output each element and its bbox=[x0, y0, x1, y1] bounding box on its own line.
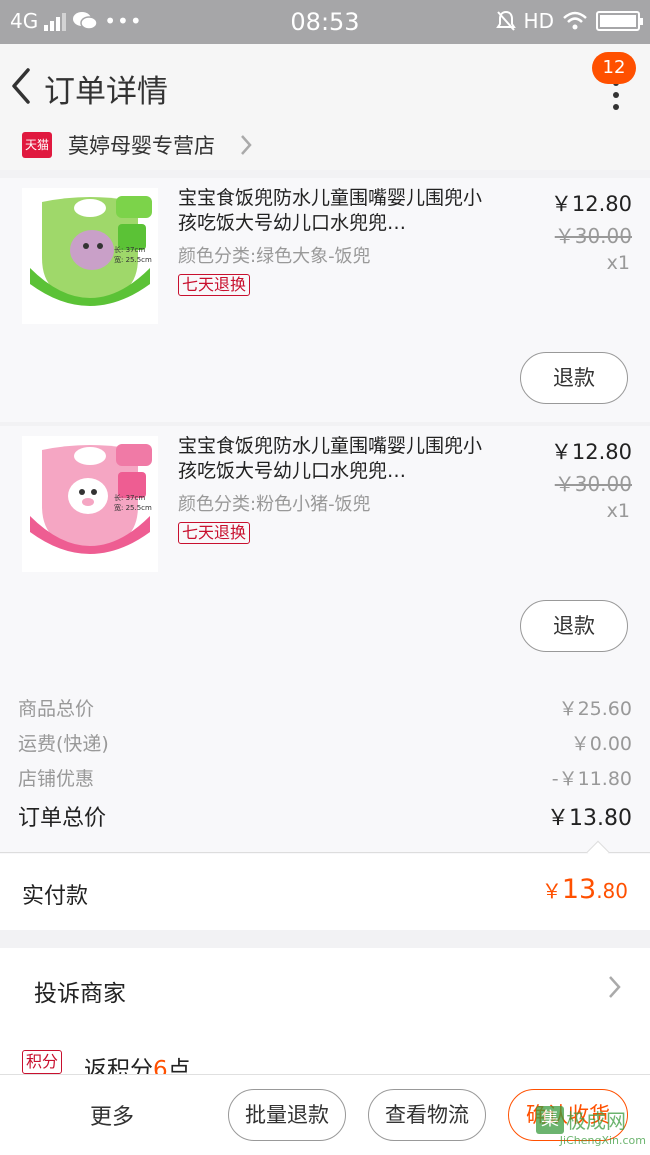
tmall-icon: 天猫 bbox=[22, 132, 52, 158]
product-thumbnail[interactable]: 长: 37cm 宽: 25.5cm bbox=[22, 188, 158, 324]
goods-total-label: 商品总价 bbox=[18, 698, 95, 720]
points-row: 积分 返积分6点 bbox=[0, 1032, 650, 1076]
wifi-icon bbox=[563, 11, 587, 30]
points-text: 返积分6点 bbox=[84, 1050, 191, 1076]
chevron-right-icon bbox=[609, 976, 621, 998]
order-total-label: 订单总价 bbox=[18, 806, 107, 831]
paid-amount: ￥13.80 bbox=[542, 874, 628, 905]
original-price: ￥30.00 bbox=[554, 224, 632, 248]
more-button[interactable]: 更多 bbox=[90, 1099, 134, 1131]
shipping-label: 运费(快递) bbox=[18, 733, 109, 755]
product-sku: 颜色分类:粉色小猪-饭兜 bbox=[178, 494, 371, 515]
shipping-value: ￥0.00 bbox=[570, 733, 632, 755]
svg-text:宽: 25.5cm: 宽: 25.5cm bbox=[114, 255, 152, 264]
order-total-value: ￥13.80 bbox=[547, 806, 632, 831]
store-name[interactable]: 莫婷母婴专营店 bbox=[68, 130, 215, 160]
message-badge[interactable]: 12 bbox=[592, 52, 636, 84]
product-name[interactable]: 宝宝食饭兜防水儿童围嘴婴儿围兜小孩吃饭大号幼儿口水兜兜… bbox=[178, 186, 498, 236]
svg-text:宽: 25.5cm: 宽: 25.5cm bbox=[114, 503, 152, 512]
hd-label: HD bbox=[523, 9, 554, 33]
product-quantity: x1 bbox=[606, 252, 630, 274]
paid-amount-row: 实付款 ￥13.80 bbox=[0, 854, 650, 930]
shipping-row: 运费(快递) ￥0.00 bbox=[18, 729, 632, 756]
watermark-logo: 集 极成网 JiChengXin.com bbox=[536, 1105, 646, 1151]
complain-merchant-row[interactable]: 投诉商家 bbox=[0, 948, 650, 1032]
product-price: ￥12.80 bbox=[550, 192, 632, 216]
svg-text:长: 37cm: 长: 37cm bbox=[114, 493, 145, 502]
watermark-main: 集 极成网 bbox=[536, 1105, 646, 1134]
currency-symbol: ￥ bbox=[541, 879, 562, 903]
view-logistics-button[interactable]: 查看物流 bbox=[368, 1089, 486, 1141]
page-title: 订单详情 bbox=[44, 74, 168, 110]
product-price: ￥12.80 bbox=[550, 440, 632, 464]
product-sku: 颜色分类:绿色大象-饭兜 bbox=[178, 246, 371, 267]
bib-image-icon: 长: 37cm 宽: 25.5cm bbox=[22, 188, 158, 324]
points-tag: 积分 bbox=[22, 1050, 63, 1074]
nav-bar: 订单详情 12 bbox=[0, 44, 650, 130]
order-item[interactable]: 长: 37cm 宽: 25.5cm 宝宝食饭兜防水儿童围嘴婴儿围兜小孩吃饭大号幼… bbox=[0, 178, 650, 422]
battery-icon bbox=[596, 11, 643, 31]
bib-image-icon: 长: 37cm 宽: 25.5cm bbox=[22, 436, 158, 572]
discount-value: -￥11.80 bbox=[551, 768, 632, 790]
discount-row: 店铺优惠 -￥11.80 bbox=[18, 764, 632, 791]
complain-label[interactable]: 投诉商家 bbox=[34, 974, 126, 1008]
product-thumbnail[interactable]: 长: 37cm 宽: 25.5cm bbox=[22, 436, 158, 572]
return-policy-tag: 七天退换 bbox=[178, 522, 251, 544]
status-bar: 4G ••• 08:53 HD bbox=[0, 0, 650, 44]
batch-refund-button[interactable]: 批量退款 bbox=[228, 1089, 346, 1141]
paid-amount-int: 13 bbox=[561, 874, 597, 905]
refund-button[interactable]: 退款 bbox=[520, 600, 628, 652]
paid-amount-dec: .80 bbox=[596, 879, 628, 903]
price-summary: 商品总价 ￥25.60 运费(快递) ￥0.00 店铺优惠 -￥11.80 订单… bbox=[0, 670, 650, 864]
refund-button[interactable]: 退款 bbox=[520, 352, 628, 404]
product-quantity: x1 bbox=[606, 500, 630, 522]
original-price: ￥30.00 bbox=[554, 472, 632, 496]
watermark-box-icon: 集 bbox=[536, 1105, 564, 1134]
goods-total-value: ￥25.60 bbox=[558, 698, 632, 720]
watermark-sub: JiChengXin.com bbox=[559, 1134, 646, 1147]
more-vertical-icon[interactable] bbox=[612, 80, 620, 110]
svg-text:长: 37cm: 长: 37cm bbox=[114, 245, 145, 254]
watermark-text: 极成网 bbox=[566, 1109, 626, 1133]
order-item[interactable]: 长: 37cm 宽: 25.5cm 宝宝食饭兜防水儿童围嘴婴儿围兜小孩吃饭大号幼… bbox=[0, 426, 650, 670]
back-arrow-icon[interactable] bbox=[4, 64, 40, 108]
status-right: HD bbox=[495, 9, 643, 33]
store-row[interactable]: 天猫 莫婷母婴专营店 bbox=[0, 126, 650, 170]
goods-total-row: 商品总价 ￥25.60 bbox=[18, 694, 632, 721]
order-total-row: 订单总价 ￥13.80 bbox=[18, 800, 632, 832]
mute-bell-icon bbox=[495, 10, 516, 31]
paid-label: 实付款 bbox=[22, 884, 89, 909]
return-policy-tag: 七天退换 bbox=[178, 274, 251, 296]
discount-label: 店铺优惠 bbox=[18, 768, 95, 790]
product-name[interactable]: 宝宝食饭兜防水儿童围嘴婴儿围兜小孩吃饭大号幼儿口水兜兜… bbox=[178, 434, 498, 484]
divider bbox=[0, 852, 650, 853]
chevron-right-icon bbox=[241, 135, 252, 155]
